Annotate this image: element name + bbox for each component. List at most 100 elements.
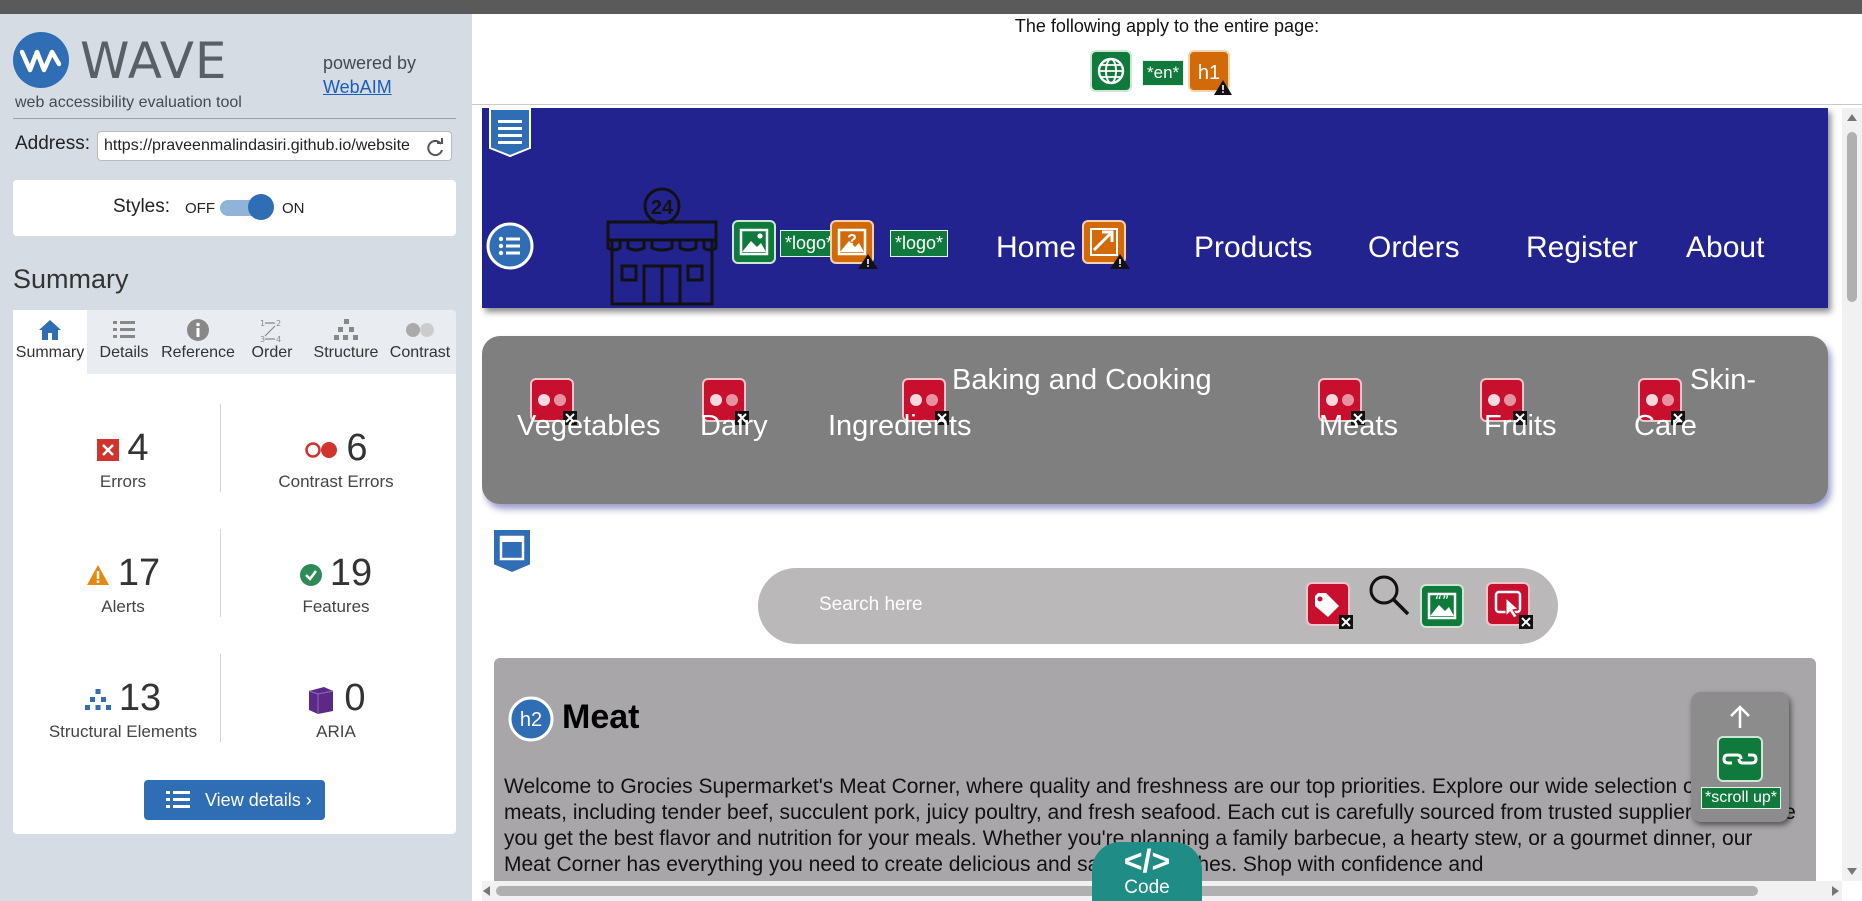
search-bar: Search here “” [758, 568, 1558, 644]
missing-label-error-icon[interactable] [1306, 582, 1354, 630]
list-icon [166, 791, 190, 808]
site-viewport: 24 *logo* ? *logo* Home Products Orders … [482, 108, 1842, 881]
category-skincare-line1[interactable]: Skin- [1690, 358, 1756, 403]
contrast-errors-count: 6 [346, 427, 368, 469]
vertical-scrollbar[interactable] [1842, 108, 1862, 881]
scroll-left-arrow-icon[interactable] [483, 886, 490, 896]
header-region-icon[interactable] [488, 108, 532, 158]
wave-sidebar: WAVE web accessibility evaluation tool p… [0, 14, 472, 901]
address-input[interactable]: https://praveenmalindasiri.github.io/web… [97, 131, 452, 161]
summary-panel: 4 Errors 6 Contrast Errors 17 Alerts 19 … [13, 374, 456, 834]
view-details-button[interactable]: View details › [144, 780, 325, 820]
vertical-scroll-thumb[interactable] [1847, 132, 1857, 302]
feature-check-icon [299, 563, 322, 586]
category-fruits[interactable]: Fruits [1484, 404, 1557, 449]
search-icon[interactable] [1368, 574, 1410, 616]
link-feature-icon[interactable] [1717, 736, 1763, 782]
image-alt-feature-icon[interactable]: “” [1420, 584, 1464, 628]
category-label: Fruits [1484, 410, 1557, 442]
nav-home[interactable]: Home [996, 231, 1076, 265]
page-level-note: The following apply to the entire page: [1014, 16, 1320, 36]
svg-text:h2: h2 [520, 709, 542, 731]
svg-text:4: 4 [276, 335, 281, 344]
order-icon: 1 2 3 4 [260, 319, 281, 344]
page-preview: The following apply to the entire page: … [472, 14, 1862, 901]
list-icon [113, 321, 135, 338]
structural-stat[interactable]: 13 Structural Elements [23, 676, 223, 742]
tab-contrast[interactable]: Contrast [383, 310, 457, 374]
tab-details[interactable]: Details [87, 310, 161, 374]
svg-text:h1: h1 [1198, 62, 1220, 84]
category-baking-line1[interactable]: Baking and Cooking [952, 358, 1212, 403]
svg-text:1: 1 [260, 319, 265, 328]
wave-logo-text: WAVE [80, 32, 228, 90]
nav-products[interactable]: Products [1194, 231, 1312, 265]
features-label: Features [302, 597, 370, 616]
code-toggle-tab[interactable]: </> Code [1092, 842, 1202, 901]
main-region-icon[interactable] [492, 528, 532, 574]
category-vegetables[interactable]: Vegetables [517, 404, 661, 449]
navigation-icon[interactable] [486, 222, 534, 270]
svg-text:3: 3 [260, 335, 265, 344]
tab-label: Order [251, 344, 293, 361]
tab-order[interactable]: 1 2 3 4 Order [235, 310, 309, 374]
aria-stat[interactable]: 0 ARIA [236, 676, 436, 742]
contrast-errors-stat[interactable]: 6 Contrast Errors [236, 426, 436, 492]
tab-label: Summary [15, 344, 85, 361]
divider [472, 104, 1862, 105]
tab-label: Reference [161, 344, 235, 361]
scroll-down-arrow-icon[interactable] [1847, 868, 1857, 875]
structure-icon [84, 688, 111, 710]
logo-alt-chip[interactable]: *logo* [890, 230, 949, 257]
tab-structure[interactable]: Structure [309, 310, 383, 374]
wave-tabs: Summary Details Reference 1 2 3 4 Order Str… [13, 310, 456, 374]
structural-label: Structural Elements [48, 722, 198, 741]
tab-reference[interactable]: Reference [161, 310, 235, 374]
scroll-up-arrow-icon[interactable] [1847, 114, 1857, 121]
image-alt-feature-icon[interactable] [732, 220, 776, 264]
language-feature-icon[interactable] [1090, 50, 1132, 92]
nav-orders[interactable]: Orders [1368, 231, 1460, 265]
errors-stat[interactable]: 4 Errors [23, 426, 223, 492]
empty-button-error-icon[interactable] [1486, 582, 1534, 630]
scroll-up-button[interactable]: *scroll up* [1691, 692, 1789, 822]
styles-label: Styles: [113, 196, 171, 217]
lang-en-chip[interactable]: *en* [1142, 60, 1185, 86]
nav-about[interactable]: About [1686, 231, 1764, 265]
category-meats[interactable]: Meats [1319, 404, 1398, 449]
styles-toggle-box: Styles: OFF ON [13, 180, 456, 236]
search-input[interactable]: Search here [819, 594, 923, 616]
features-stat[interactable]: 19 Features [236, 551, 436, 617]
contrast-errors-label: Contrast Errors [278, 472, 394, 491]
summary-heading: Summary [13, 264, 129, 294]
features-count: 19 [329, 552, 373, 594]
category-dairy[interactable]: Dairy [700, 404, 768, 449]
category-label: Vegetables [517, 410, 661, 442]
h2-heading-icon: h2 [508, 696, 554, 742]
store-logo-icon: 24 [606, 187, 718, 306]
divider [220, 654, 221, 742]
category-skincare-line2[interactable]: Care [1634, 404, 1697, 449]
webaim-link[interactable]: WebAIM [323, 75, 416, 99]
powered-by: powered by WebAIM [323, 51, 416, 99]
contrast-error-icon [305, 441, 338, 458]
suspicious-alt-alert-icon[interactable]: ? [830, 220, 880, 270]
redundant-link-alert-icon[interactable] [1082, 220, 1132, 270]
category-label: Meats [1319, 410, 1398, 442]
aria-icon [309, 686, 334, 714]
scroll-up-chip[interactable]: *scroll up* [1701, 787, 1782, 809]
tab-summary[interactable]: Summary [13, 310, 87, 374]
category-baking-line2[interactable]: Ingredients [828, 404, 972, 449]
aria-label: ARIA [316, 722, 356, 741]
category-bar: Vegetables Dairy Baking and Cooking Ingr… [482, 336, 1828, 504]
h1-alert-icon[interactable]: h1 [1188, 50, 1232, 95]
wave-logo-icon [13, 32, 69, 88]
divider [13, 118, 456, 119]
alerts-stat[interactable]: 17 Alerts [23, 551, 223, 617]
refresh-icon[interactable] [424, 137, 446, 159]
styles-toggle[interactable] [220, 194, 274, 220]
errors-label: Errors [99, 472, 147, 491]
nav-register[interactable]: Register [1526, 231, 1638, 265]
divider [220, 529, 221, 617]
scroll-right-arrow-icon[interactable] [1832, 886, 1839, 896]
